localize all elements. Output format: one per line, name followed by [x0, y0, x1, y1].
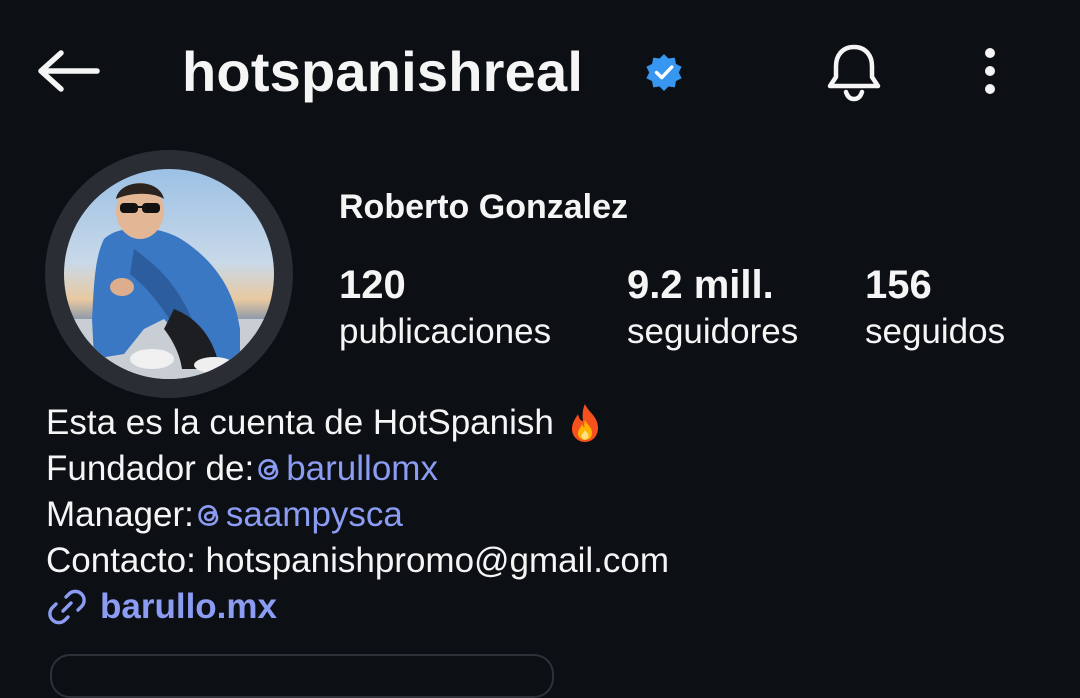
founder-label: Fundador de: — [46, 449, 255, 488]
contact-text: Contacto: hotspanishpromo@gmail.com — [46, 541, 670, 580]
link-icon — [48, 589, 86, 625]
profile-username: hotspanishreal — [182, 39, 584, 103]
profile-action-button[interactable] — [50, 654, 554, 698]
founder-handle: barullomx — [286, 449, 438, 488]
arrow-left-icon — [38, 50, 100, 92]
more-options-button[interactable] — [962, 36, 1018, 106]
bio-line: Fundador de: barullomx — [46, 446, 669, 492]
profile-photo — [64, 183, 274, 379]
threads-icon — [198, 504, 219, 526]
bio-line: Contacto: hotspanishpromo@gmail.com — [46, 538, 669, 584]
threads-icon — [258, 458, 279, 480]
verified-badge-icon — [646, 54, 682, 91]
manager-handle: saampysca — [225, 495, 403, 534]
bio-line: Esta es la cuenta de HotSpanish — [46, 400, 669, 446]
bio-text: Esta es la cuenta de HotSpanish — [46, 403, 554, 442]
following-label: seguidos — [865, 312, 1006, 351]
bio-line: Manager: saampysca — [46, 492, 669, 538]
manager-mention-link[interactable]: saampysca — [194, 492, 403, 538]
following-stat[interactable]: 156 seguidos — [865, 262, 1005, 356]
notifications-button[interactable] — [818, 36, 890, 106]
manager-label: Manager: — [46, 495, 194, 534]
founder-mention-link[interactable]: barullomx — [254, 446, 438, 492]
website-link-text: barullo.mx — [100, 587, 277, 626]
followers-label: seguidores — [627, 312, 799, 351]
website-link[interactable]: barullo.mx — [46, 584, 669, 630]
bell-icon — [827, 44, 881, 102]
posts-count: 120 — [339, 263, 406, 307]
display-name: Roberto Gonzalez — [339, 188, 629, 226]
bio: Esta es la cuenta de HotSpanish Fundador… — [46, 400, 669, 630]
followers-stat[interactable]: 9.2 mill. seguidores — [627, 262, 798, 356]
more-vertical-icon — [985, 48, 995, 94]
posts-stat[interactable]: 120 publicaciones — [339, 262, 551, 356]
posts-label: publicaciones — [339, 312, 552, 351]
back-button[interactable] — [30, 36, 106, 106]
avatar[interactable] — [64, 169, 274, 379]
fire-emoji-icon — [571, 404, 598, 442]
followers-count: 9.2 mill. — [627, 263, 774, 307]
following-count: 156 — [865, 263, 932, 307]
